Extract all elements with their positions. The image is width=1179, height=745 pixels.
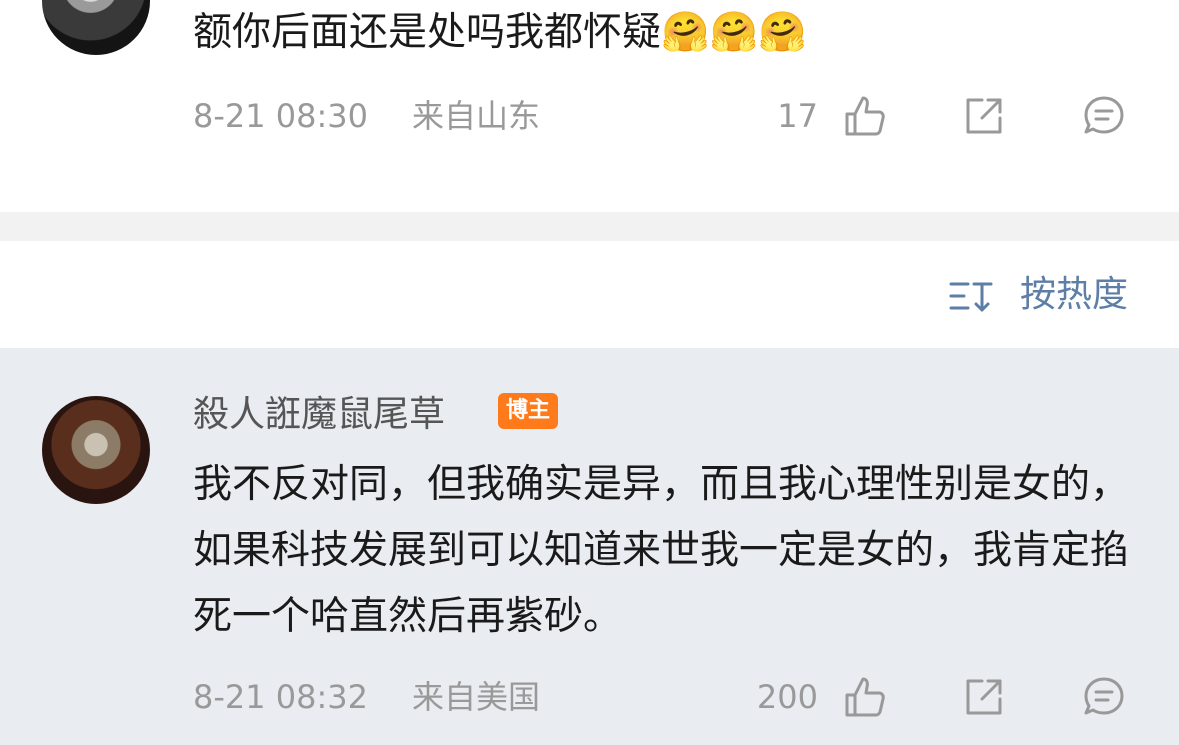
- comment-text: 我不反对同，但我确实是异，而且我心理性别是女的，如果科技发展到可以知道来世我一定…: [193, 462, 1130, 639]
- like-count: 17: [777, 97, 818, 135]
- share-icon[interactable]: [962, 675, 1006, 719]
- comment-date: 8-21 08:30: [193, 97, 369, 135]
- author-badge: 博主: [498, 393, 558, 429]
- sort-icon[interactable]: [948, 276, 994, 316]
- sort-by-hot-button[interactable]: 按热度: [1020, 272, 1128, 318]
- section-divider: [0, 212, 1179, 241]
- like-icon[interactable]: [843, 94, 887, 138]
- comment-location: 来自美国: [412, 678, 541, 716]
- author-name[interactable]: 殺人誑魔鼠尾草: [193, 392, 445, 438]
- comment-icon[interactable]: [1082, 675, 1126, 719]
- share-icon[interactable]: [962, 94, 1006, 138]
- comment-icon[interactable]: [1082, 94, 1126, 138]
- comment-location: 来自山东: [412, 97, 541, 135]
- comment-date: 8-21 08:32: [193, 678, 369, 716]
- like-icon[interactable]: [843, 675, 887, 719]
- comment-text: 额你后面还是处吗我都怀疑🤗🤗🤗: [193, 10, 807, 55]
- sort-bar: [0, 241, 1179, 348]
- avatar[interactable]: [42, 396, 150, 504]
- like-count: 200: [756, 678, 818, 716]
